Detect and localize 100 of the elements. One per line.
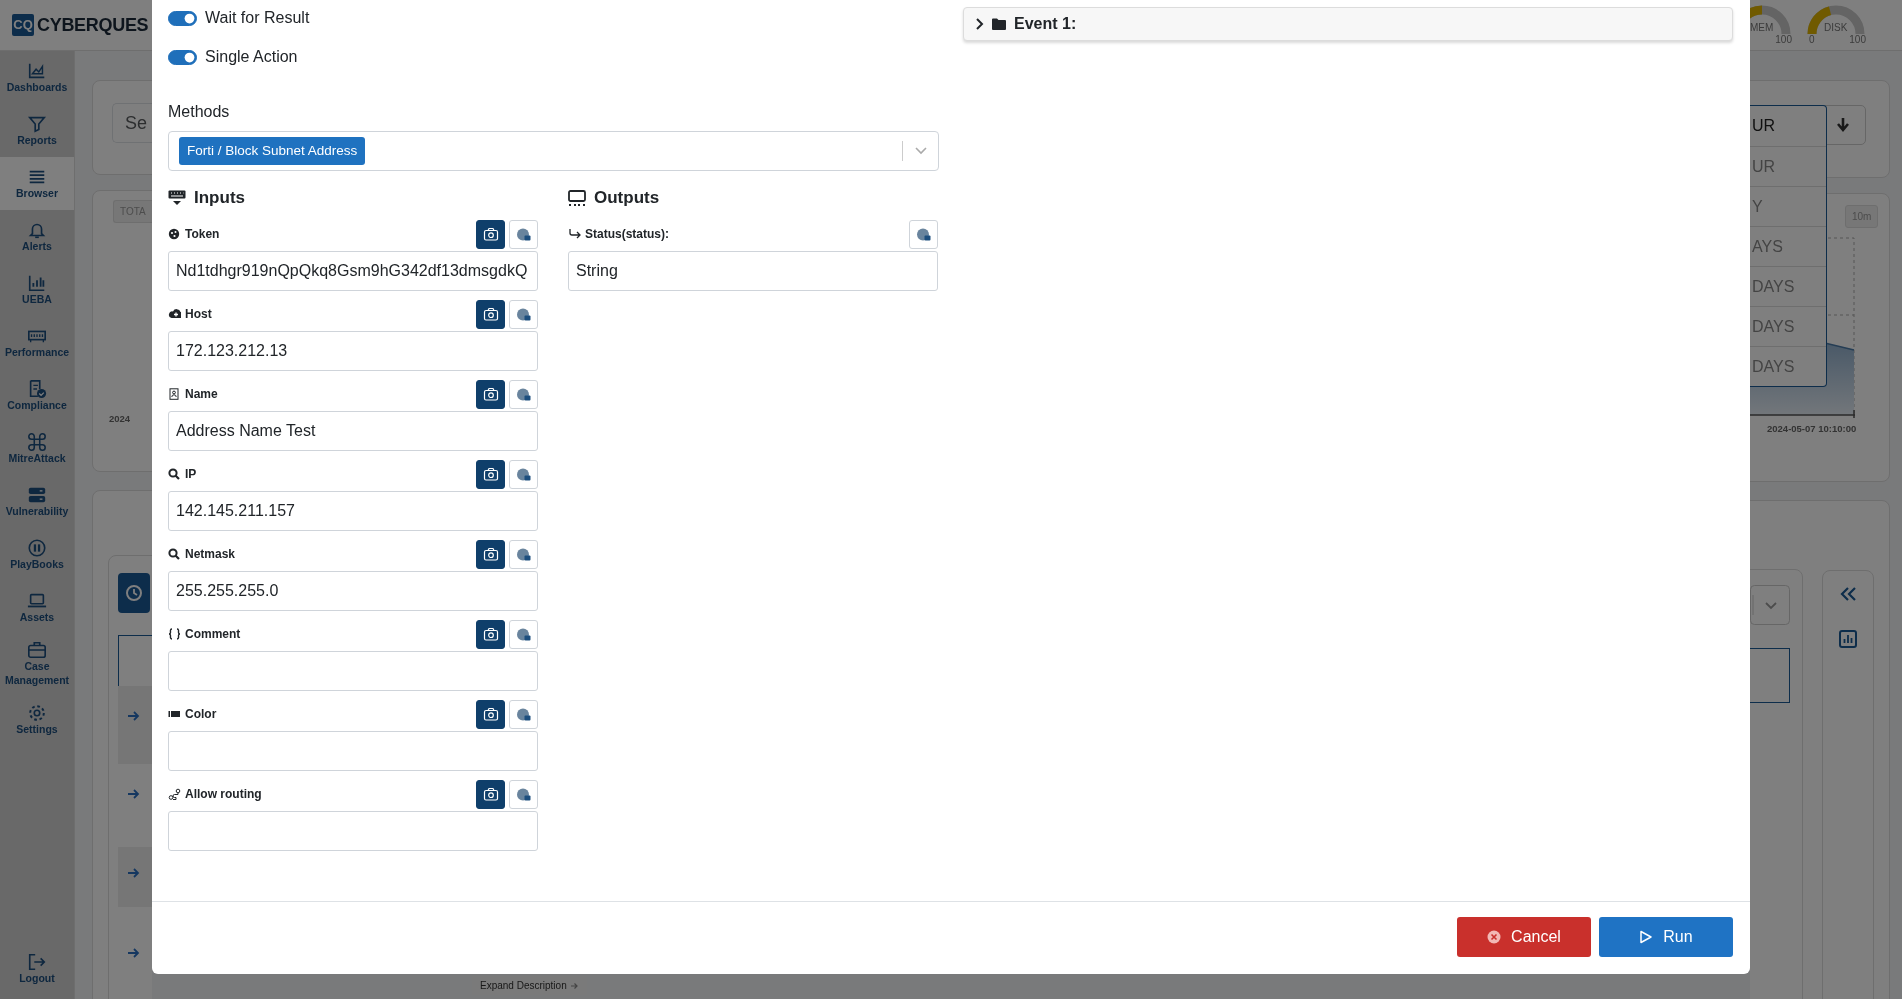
sidebar-item[interactable]: Vulnerability bbox=[0, 475, 74, 528]
camera-button[interactable] bbox=[476, 379, 505, 409]
field-label: Allow routing bbox=[185, 786, 262, 803]
dropdown-option[interactable]: UR bbox=[1750, 106, 1826, 146]
input-field[interactable]: 142.145.211.157 bbox=[168, 491, 538, 531]
arrow-right-icon[interactable] bbox=[127, 947, 140, 959]
input-field[interactable]: 172.123.212.13 bbox=[168, 331, 538, 371]
folder-icon bbox=[992, 18, 1006, 30]
variable-button[interactable] bbox=[909, 219, 938, 249]
camera-button[interactable] bbox=[476, 539, 505, 569]
arrow-right-icon[interactable] bbox=[127, 788, 140, 800]
sidebar-item[interactable]: Alerts bbox=[0, 210, 74, 263]
sidebar-item[interactable]: Browser bbox=[0, 157, 74, 210]
braces-icon bbox=[168, 628, 181, 640]
camera-button[interactable] bbox=[476, 779, 505, 809]
camera-icon bbox=[482, 466, 499, 482]
cancel-button[interactable]: Cancel bbox=[1457, 917, 1591, 957]
field-label: Name bbox=[185, 386, 218, 403]
gauge-label: MEM bbox=[1750, 23, 1774, 33]
method-select[interactable]: Forti / Block Subnet Address bbox=[168, 131, 939, 171]
sidebar-item[interactable]: Reports bbox=[0, 104, 74, 157]
sidebar-item[interactable]: PlayBooks bbox=[0, 528, 74, 581]
section-title: Inputs bbox=[194, 187, 245, 210]
field-label: Comment bbox=[185, 626, 241, 643]
camera-button[interactable] bbox=[476, 459, 505, 489]
toggle-switch[interactable] bbox=[168, 49, 197, 65]
monitor-icon bbox=[568, 190, 586, 206]
variable-button[interactable] bbox=[509, 299, 538, 329]
camera-button[interactable] bbox=[476, 699, 505, 729]
search-icon bbox=[168, 468, 181, 480]
toggle-switch[interactable] bbox=[168, 10, 197, 26]
sidebar-item[interactable]: UEBA bbox=[0, 263, 74, 316]
variable-button[interactable] bbox=[509, 379, 538, 409]
briefcase-icon bbox=[27, 640, 47, 660]
cloud-plus-icon bbox=[168, 308, 181, 320]
command-icon bbox=[27, 431, 47, 452]
clock-icon[interactable] bbox=[118, 573, 150, 613]
input-field[interactable]: 255.255.255.0 bbox=[168, 571, 538, 611]
sidebar-item[interactable]: Case Management bbox=[0, 634, 74, 694]
logo-mark: CQ bbox=[12, 14, 34, 36]
download-icon bbox=[1836, 117, 1850, 133]
field-label: Methods bbox=[168, 103, 231, 121]
field-label: Netmask bbox=[185, 546, 236, 563]
variable-button[interactable] bbox=[509, 219, 538, 249]
logout-icon bbox=[27, 951, 47, 972]
variable-icon bbox=[915, 226, 932, 242]
gauge-label: DISK bbox=[1824, 23, 1848, 33]
camera-button[interactable] bbox=[476, 219, 505, 249]
section-title: Outputs bbox=[594, 187, 660, 210]
variable-button[interactable] bbox=[509, 699, 538, 729]
sidebar-item[interactable]: Performance bbox=[0, 316, 74, 369]
input-field[interactable] bbox=[168, 731, 538, 771]
keyboard-icon bbox=[168, 190, 186, 206]
gauge-max: 100 bbox=[1775, 35, 1792, 45]
arrow-right-icon[interactable] bbox=[127, 867, 140, 879]
axis-label: 2024 bbox=[109, 412, 131, 426]
variable-button[interactable] bbox=[509, 539, 538, 569]
input-field[interactable]: Address Name Test bbox=[168, 411, 538, 451]
logout-button[interactable]: Logout bbox=[0, 942, 74, 995]
input-field[interactable]: String bbox=[568, 251, 938, 291]
chevron-right-icon bbox=[974, 18, 984, 30]
accordion-header[interactable]: Event 1: bbox=[963, 7, 1733, 41]
search-field[interactable]: Se bbox=[112, 103, 152, 143]
variable-icon bbox=[515, 706, 532, 722]
sidebar-item[interactable]: MitreAttack bbox=[0, 422, 74, 475]
arrow-right-icon[interactable] bbox=[127, 710, 140, 722]
return-arrow-icon bbox=[568, 228, 581, 240]
gauge bbox=[1806, 4, 1866, 35]
selected-tag[interactable]: Forti / Block Subnet Address bbox=[179, 136, 366, 166]
camera-icon bbox=[482, 226, 499, 242]
bar-icon bbox=[168, 708, 181, 720]
variable-icon bbox=[515, 626, 532, 642]
gauge-min: 0 bbox=[1809, 35, 1815, 45]
bar-chart-icon[interactable] bbox=[1839, 630, 1857, 648]
search-icon bbox=[168, 548, 181, 560]
camera-icon bbox=[482, 626, 499, 642]
variable-icon bbox=[515, 786, 532, 802]
camera-icon bbox=[482, 706, 499, 722]
camera-icon bbox=[482, 786, 499, 802]
route-icon bbox=[168, 788, 181, 800]
sidebar-item[interactable]: Assets bbox=[0, 581, 74, 634]
sidebar-item[interactable]: Dashboards bbox=[0, 51, 74, 104]
run-button[interactable]: Run bbox=[1599, 917, 1733, 957]
input-field[interactable] bbox=[168, 651, 538, 691]
axis-label: 2024-05-07 10:10:00 bbox=[1767, 422, 1857, 436]
sidebar-item[interactable]: Settings bbox=[0, 693, 74, 747]
variable-button[interactable] bbox=[509, 459, 538, 489]
camera-button[interactable] bbox=[476, 619, 505, 649]
camera-icon bbox=[482, 386, 499, 402]
input-field[interactable]: Nd1tdhgr919nQpQkq8Gsm9hG342df13dmsgdkQ bbox=[168, 251, 538, 291]
input-field[interactable] bbox=[168, 811, 538, 851]
double-chevron-left-icon[interactable] bbox=[1839, 586, 1857, 602]
logo-text: CYBERQUES bbox=[37, 13, 149, 37]
variable-icon bbox=[515, 546, 532, 562]
pause-circle-icon bbox=[27, 537, 47, 558]
camera-button[interactable] bbox=[476, 299, 505, 329]
variable-icon bbox=[515, 386, 532, 402]
variable-button[interactable] bbox=[509, 619, 538, 649]
variable-button[interactable] bbox=[509, 779, 538, 809]
sidebar-item[interactable]: Compliance bbox=[0, 369, 74, 422]
